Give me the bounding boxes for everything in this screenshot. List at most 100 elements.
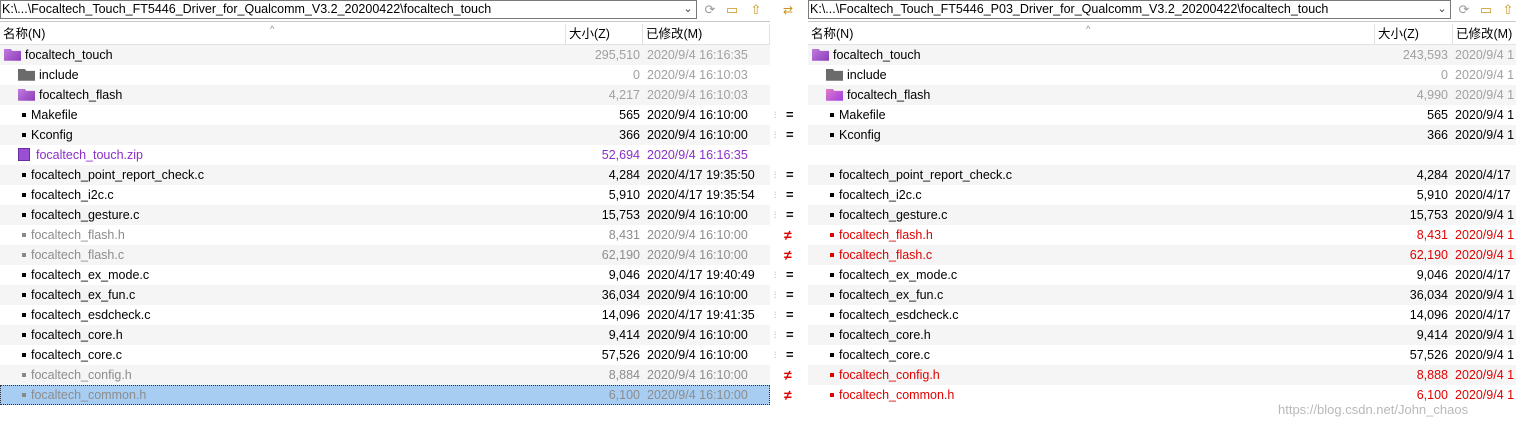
left-file-row[interactable]: Kconfig 366 2020/9/4 16:10:00: [0, 125, 770, 145]
left-file-size: 6,100: [608, 388, 640, 402]
compare-marker-icon: ⫶: [774, 170, 777, 180]
right-file-row[interactable]: focaltech_config.h 8,888 2020/9/4 1: [808, 365, 1516, 385]
right-file-name: focaltech_config.h: [830, 365, 1375, 385]
right-file-row[interactable]: focaltech_ex_fun.c 36,034 2020/9/4 1: [808, 285, 1516, 305]
file-icon: [830, 172, 834, 177]
left-file-row[interactable]: focaltech_point_report_check.c 4,284 2020/…: [0, 165, 770, 185]
left-file-date: 2020/9/4 16:16:35: [647, 48, 748, 62]
left-header-size[interactable]: 大小(Z): [566, 24, 643, 44]
left-file-row[interactable]: focaltech_flash 4,217 2020/9/4 16:10:03: [0, 85, 770, 105]
left-file-date: 2020/9/4 16:10:00: [647, 228, 748, 242]
file-icon: [830, 212, 834, 217]
left-header-date[interactable]: 已修改(M): [643, 24, 770, 44]
gutter-row: ⫶ =: [770, 205, 808, 225]
left-file-size: 15,753: [601, 208, 640, 222]
right-file-row[interactable]: focaltech_i2c.c 5,910 2020/4/17: [808, 185, 1516, 205]
left-file-row[interactable]: focaltech_gesture.c 15,753 2020/9/4 16:10:…: [0, 205, 770, 225]
gutter-row: ⫶ =: [770, 285, 808, 305]
left-file-name-text: focaltech_flash.c: [31, 248, 125, 262]
right-file-row[interactable]: include 0 2020/9/4 1: [808, 65, 1516, 85]
right-file-date: 2020/4/17: [1455, 188, 1511, 202]
right-header-name[interactable]: 名称(N) ^: [808, 24, 1375, 44]
right-file-date: 2020/4/17: [1455, 168, 1511, 182]
left-path-dropdown-icon[interactable]: ⌄: [682, 1, 694, 18]
gutter-row: ⫶ =: [770, 345, 808, 365]
left-file-row[interactable]: focaltech_i2c.c 5,910 2020/4/17 19:35:54: [0, 185, 770, 205]
right-file-name-text: focaltech_touch: [833, 48, 921, 62]
left-file-row[interactable]: focaltech_flash.c 62,190 2020/9/4 16:10:00: [0, 245, 770, 265]
right-file-row[interactable]: focaltech_point_report_check.c 4,284 2020/…: [808, 165, 1516, 185]
left-header-name[interactable]: 名称(N) ^: [0, 24, 566, 44]
left-file-size: 62,190: [601, 248, 640, 262]
left-file-row[interactable]: focaltech_core.h 9,414 2020/9/4 16:10:00: [0, 325, 770, 345]
right-file-row[interactable]: focaltech_core.h 9,414 2020/9/4 1: [808, 325, 1516, 345]
left-file-date: 2020/9/4 16:10:00: [647, 128, 748, 142]
right-path-input[interactable]: K:\...\Focaltech_Touch_FT5446_P03_Driver…: [808, 0, 1451, 19]
left-file-size: 4,284: [608, 168, 640, 182]
left-file-name: focaltech_i2c.c: [22, 185, 566, 205]
left-file-name-text: focaltech_flash: [39, 88, 123, 102]
not-equal-icon: ≠: [784, 247, 792, 263]
right-file-row[interactable]: focaltech_gesture.c 15,753 2020/9/4 1: [808, 205, 1516, 225]
right-file-size: 36,034: [1409, 288, 1448, 302]
right-file-row[interactable]: focaltech_ex_mode.c 9,046 2020/4/17: [808, 265, 1516, 285]
left-file-row[interactable]: focaltech_config.h 8,884 2020/9/4 16:10:00: [0, 365, 770, 385]
file-icon: [22, 292, 26, 297]
left-file-row[interactable]: focaltech_esdcheck.c 14,096 2020/4/17 19:4…: [0, 305, 770, 325]
left-file-name-text: focaltech_i2c.c: [31, 188, 114, 202]
left-up-folder-icon[interactable]: ⇧: [746, 1, 766, 19]
file-icon: [22, 332, 26, 337]
left-refresh-icon[interactable]: ⟳: [700, 1, 720, 19]
right-pane: K:\...\Focaltech_Touch_FT5446_P03_Driver…: [808, 0, 1516, 431]
swap-sides-icon[interactable]: ⇄: [778, 1, 798, 19]
file-icon: [830, 112, 834, 117]
right-file-size: 62,190: [1409, 248, 1448, 262]
right-file-row[interactable]: focaltech_esdcheck.c 14,096 2020/4/17: [808, 305, 1516, 325]
right-browse-folder-icon[interactable]: ▭: [1476, 1, 1496, 19]
right-file-row[interactable]: focaltech_flash.h 8,431 2020/9/4 1: [808, 225, 1516, 245]
left-file-name: focaltech_config.h: [22, 365, 566, 385]
left-browse-folder-icon[interactable]: ▭: [722, 1, 742, 19]
right-path-dropdown-icon[interactable]: ⌄: [1436, 1, 1448, 18]
gutter-row: ⫶ =: [770, 265, 808, 285]
right-file-name: Makefile: [830, 105, 1375, 125]
left-file-name-text: focaltech_flash.h: [31, 228, 125, 242]
left-file-row[interactable]: include 0 2020/9/4 16:10:03: [0, 65, 770, 85]
left-file-name: focaltech_core.h: [22, 325, 566, 345]
left-file-row[interactable]: focaltech_touch 295,510 2020/9/4 16:16:35: [0, 45, 770, 65]
right-file-date: 2020/9/4 1: [1455, 288, 1515, 302]
left-file-row[interactable]: focaltech_ex_fun.c 36,034 2020/9/4 16:10:0…: [0, 285, 770, 305]
left-file-row[interactable]: focaltech_core.c 57,526 2020/9/4 16:10:00: [0, 345, 770, 365]
right-file-date: 2020/9/4 1: [1455, 68, 1515, 82]
right-file-row[interactable]: focaltech_core.c 57,526 2020/9/4 1: [808, 345, 1516, 365]
left-file-row[interactable]: Makefile 565 2020/9/4 16:10:00: [0, 105, 770, 125]
left-file-size: 14,096: [601, 308, 640, 322]
right-file-name-text: focaltech_core.h: [839, 328, 931, 342]
compare-marker-icon: ⫶: [774, 350, 777, 360]
right-refresh-icon[interactable]: ⟳: [1454, 1, 1474, 19]
right-file-name: focaltech_ex_fun.c: [830, 285, 1375, 305]
right-file-row[interactable]: focaltech_touch 243,593 2020/9/4 1: [808, 45, 1516, 65]
left-file-row[interactable]: focaltech_common.h 6,100 2020/9/4 16:10:00: [0, 385, 770, 405]
file-icon: [22, 232, 26, 237]
left-file-date: 2020/9/4 16:10:00: [647, 368, 748, 382]
right-file-row[interactable]: Kconfig 366 2020/9/4 1: [808, 125, 1516, 145]
left-file-size: 565: [619, 108, 640, 122]
left-path-input[interactable]: K:\...\Focaltech_Touch_FT5446_Driver_for…: [0, 0, 697, 19]
file-icon: [22, 392, 26, 397]
right-up-folder-icon[interactable]: ⇧: [1498, 1, 1516, 19]
right-file-row[interactable]: Makefile 565 2020/9/4 1: [808, 105, 1516, 125]
right-header-date[interactable]: 已修改(M): [1453, 24, 1516, 44]
right-file-row[interactable]: focaltech_flash 4,990 2020/9/4 1: [808, 85, 1516, 105]
file-icon: [830, 192, 834, 197]
left-file-name: Kconfig: [22, 125, 566, 145]
right-header-size[interactable]: 大小(Z): [1375, 24, 1453, 44]
left-file-row[interactable]: focaltech_ex_mode.c 9,046 2020/4/17 19:40:…: [0, 265, 770, 285]
left-file-size: 4,217: [608, 88, 640, 102]
right-file-date: 2020/4/17: [1455, 308, 1511, 322]
left-file-row[interactable]: focaltech_flash.h 8,431 2020/9/4 16:10:00: [0, 225, 770, 245]
file-icon: [830, 392, 834, 397]
right-file-date: 2020/9/4 1: [1455, 368, 1515, 382]
left-file-row[interactable]: focaltech_touch.zip 52,694 2020/9/4 16:16:…: [0, 145, 770, 165]
right-file-row[interactable]: focaltech_flash.c 62,190 2020/9/4 1: [808, 245, 1516, 265]
